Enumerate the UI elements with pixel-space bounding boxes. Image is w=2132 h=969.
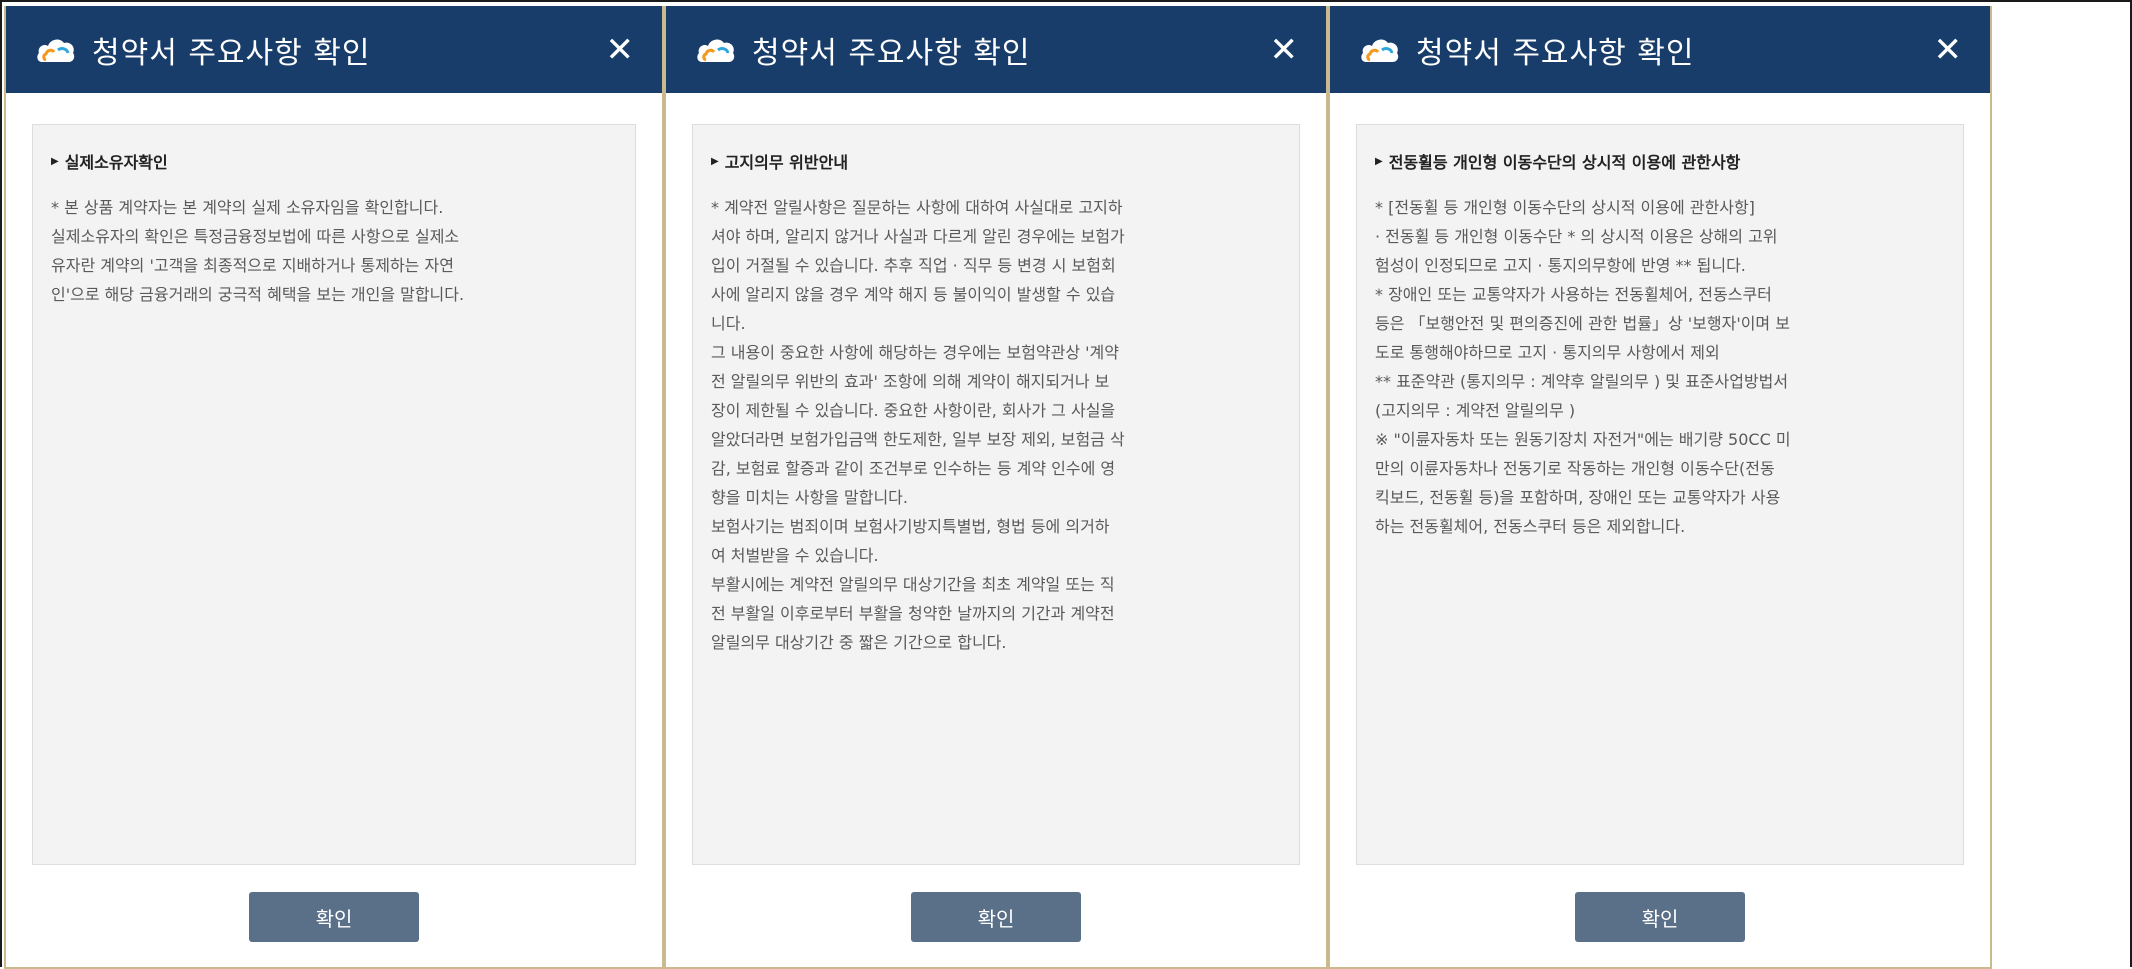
section-title: 전동휠등 개인형 이동수단의 상시적 이용에 관한사항 — [1388, 153, 1741, 172]
cloud-logo-icon — [37, 38, 75, 62]
section-title: 실제소유자확인 — [64, 153, 168, 172]
cloud-logo-icon — [697, 38, 735, 62]
notice-text: * [전동휠 등 개인형 이동수단의 상시적 이용에 관한사항] · 전동휠 등… — [1375, 198, 1791, 536]
triangle-right-icon: ▶ — [711, 155, 719, 167]
dialog-title: 청약서 주요사항 확인 — [1416, 35, 1695, 71]
cloud-logo-icon — [1361, 38, 1399, 62]
dialog-title: 청약서 주요사항 확인 — [92, 35, 371, 71]
section-heading: ▶ 전동휠등 개인형 이동수단의 상시적 이용에 관한사항 — [1375, 149, 1943, 173]
section-title: 고지의무 위반안내 — [724, 153, 849, 172]
confirm-button[interactable]: 확인 — [1575, 892, 1745, 942]
content-panel: ▶ 전동휠등 개인형 이동수단의 상시적 이용에 관한사항 * [전동휠 등 개… — [1356, 124, 1964, 865]
notice-text: * 계약전 알릴사항은 질문하는 사항에 대하여 사실대로 고지하 셔야 하며,… — [711, 198, 1125, 652]
screen: 청약서 주요사항 확인 ✕ ▶ 실제소유자확인 * 본 상품 계약자는 본 계약… — [0, 0, 2132, 969]
section-heading: ▶ 실제소유자확인 — [51, 149, 615, 173]
dialog-disclosure-violation: 청약서 주요사항 확인 ✕ ▶ 고지의무 위반안내 * 계약전 알릴사항은 질문… — [664, 6, 1328, 969]
notice-text: * 본 상품 계약자는 본 계약의 실제 소유자임을 확인합니다. 실제소유자의… — [51, 198, 465, 304]
content-panel: ▶ 실제소유자확인 * 본 상품 계약자는 본 계약의 실제 소유자임을 확인합… — [32, 124, 636, 865]
close-icon[interactable]: ✕ — [1934, 33, 1963, 67]
close-icon[interactable]: ✕ — [1270, 33, 1299, 67]
close-icon[interactable]: ✕ — [606, 33, 635, 67]
confirm-button[interactable]: 확인 — [249, 892, 419, 942]
triangle-right-icon: ▶ — [51, 155, 59, 167]
dialog-header: 청약서 주요사항 확인 ✕ — [1330, 6, 1990, 93]
content-panel: ▶ 고지의무 위반안내 * 계약전 알릴사항은 질문하는 사항에 대하여 사실대… — [692, 124, 1300, 865]
triangle-right-icon: ▶ — [1375, 155, 1383, 167]
dialog-personal-mobility-usage: 청약서 주요사항 확인 ✕ ▶ 전동휠등 개인형 이동수단의 상시적 이용에 관… — [1328, 6, 1992, 969]
dialog-real-owner-confirmation: 청약서 주요사항 확인 ✕ ▶ 실제소유자확인 * 본 상품 계약자는 본 계약… — [4, 6, 664, 969]
dialog-title: 청약서 주요사항 확인 — [752, 35, 1031, 71]
confirm-button[interactable]: 확인 — [911, 892, 1081, 942]
section-heading: ▶ 고지의무 위반안내 — [711, 149, 1279, 173]
dialog-header: 청약서 주요사항 확인 ✕ — [6, 6, 662, 93]
dialog-header: 청약서 주요사항 확인 ✕ — [666, 6, 1326, 93]
